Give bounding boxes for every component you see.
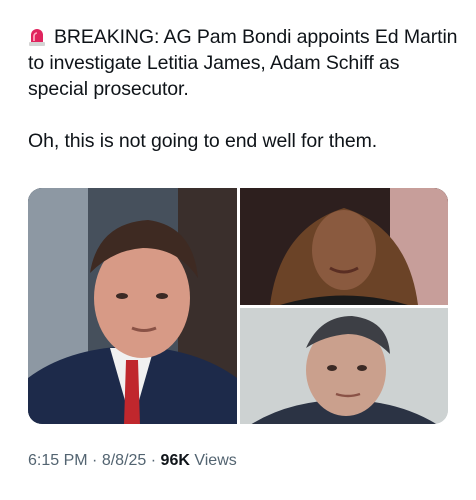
tweet-meta: 6:15 PM · 8/8/25 · 96K Views bbox=[28, 452, 237, 470]
photo-man-gray-background[interactable] bbox=[240, 308, 448, 424]
comment-text: Oh, this is not going to end well for th… bbox=[28, 130, 378, 152]
photo-woman-portrait[interactable] bbox=[240, 188, 448, 305]
tweet-body: BREAKING: AG Pam Bondi appoints Ed Marti… bbox=[28, 24, 458, 154]
tweet-time[interactable]: 6:15 PM bbox=[28, 452, 88, 469]
views-count: 96K bbox=[160, 452, 190, 469]
headline-text: BREAKING: AG Pam Bondi appoints Ed Marti… bbox=[28, 26, 458, 100]
headline-paragraph: BREAKING: AG Pam Bondi appoints Ed Marti… bbox=[28, 24, 458, 102]
meta-separator: · bbox=[92, 452, 98, 469]
tweet-date[interactable]: 8/8/25 bbox=[102, 452, 146, 469]
photo-man-red-tie[interactable] bbox=[28, 188, 237, 424]
meta-separator: · bbox=[150, 452, 157, 469]
siren-icon bbox=[28, 26, 46, 46]
views-label: Views bbox=[194, 452, 237, 469]
media-grid[interactable] bbox=[28, 188, 448, 424]
